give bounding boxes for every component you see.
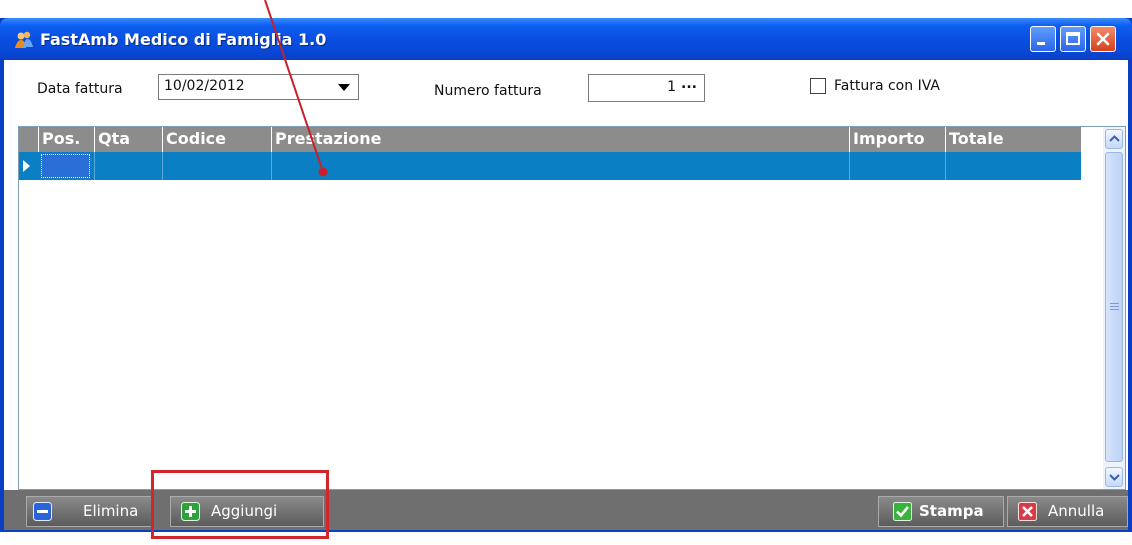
people-icon	[14, 30, 34, 50]
chevron-down-icon[interactable]	[338, 84, 350, 91]
fattura-iva-label[interactable]: Fattura con IVA	[834, 78, 940, 94]
data-fattura-dropdown[interactable]: 10/02/2012	[158, 74, 359, 100]
close-button[interactable]	[1090, 26, 1116, 52]
window-title: FastAmb Medico di Famiglia 1.0	[40, 30, 327, 49]
row-cell-qta[interactable]	[94, 152, 162, 180]
annulla-button[interactable]: Annulla	[1007, 496, 1128, 527]
title-bar[interactable]: FastAmb Medico di Famiglia 1.0	[0, 18, 1132, 60]
maximize-button[interactable]	[1060, 26, 1086, 52]
row-cell-codice[interactable]	[162, 152, 271, 180]
column-header-totale[interactable]: Totale	[945, 127, 1081, 152]
data-fattura-label: Data fattura	[37, 81, 123, 97]
fattura-iva-checkbox[interactable]	[810, 78, 826, 94]
column-header-pos[interactable]: Pos.	[38, 127, 94, 152]
row-cell-pos[interactable]	[41, 154, 90, 178]
row-cell-prestazione[interactable]	[271, 152, 849, 180]
chevron-up-icon	[1109, 135, 1120, 142]
ellipsis-button[interactable]: ...	[681, 76, 697, 92]
elimina-label: Elimina	[83, 502, 139, 520]
stampa-label: Stampa	[919, 502, 984, 520]
minimize-icon	[1037, 42, 1045, 45]
stampa-button[interactable]: Stampa	[878, 496, 1004, 527]
row-cell-importo[interactable]	[849, 152, 945, 180]
annulla-label: Annulla	[1048, 502, 1105, 520]
elimina-button[interactable]: Elimina	[26, 496, 152, 527]
scroll-thumb[interactable]	[1105, 152, 1123, 462]
grid-header: Pos. Qta Codice Prestazione Importo Tota…	[19, 127, 1081, 152]
cancel-x-icon	[1018, 502, 1037, 521]
minus-icon	[33, 502, 52, 521]
grip-line	[1110, 309, 1119, 310]
client-area: Data fattura 10/02/2012 Numero fattura 1…	[4, 60, 1128, 530]
scroll-down-button[interactable]	[1105, 467, 1123, 487]
numero-fattura-value: 1	[667, 79, 676, 95]
numero-fattura-label: Numero fattura	[434, 83, 542, 99]
row-cell-totale[interactable]	[945, 152, 1081, 180]
annotation-highlight-box	[151, 470, 329, 539]
grip-line	[1110, 306, 1119, 307]
numero-fattura-field[interactable]: 1 ...	[588, 74, 705, 102]
column-header-codice[interactable]: Codice	[162, 127, 271, 152]
chevron-down-icon	[1109, 474, 1120, 481]
column-header-importo[interactable]: Importo	[849, 127, 945, 152]
scroll-up-button[interactable]	[1105, 129, 1123, 149]
table-row[interactable]	[19, 152, 1081, 180]
maximize-icon	[1066, 32, 1080, 45]
column-header-prestazione[interactable]: Prestazione	[271, 127, 849, 152]
close-icon	[1096, 32, 1110, 46]
vertical-scrollbar[interactable]	[1103, 127, 1125, 489]
checkmark-icon	[893, 502, 912, 521]
data-fattura-value: 10/02/2012	[164, 78, 245, 94]
app-window: FastAmb Medico di Famiglia 1.0 Data fatt…	[0, 18, 1132, 532]
grip-line	[1110, 303, 1119, 304]
services-grid: Pos. Qta Codice Prestazione Importo Tota…	[18, 126, 1126, 490]
minimize-button[interactable]	[1030, 26, 1056, 52]
column-header-qta[interactable]: Qta	[94, 127, 162, 152]
row-pointer-icon	[23, 160, 30, 172]
